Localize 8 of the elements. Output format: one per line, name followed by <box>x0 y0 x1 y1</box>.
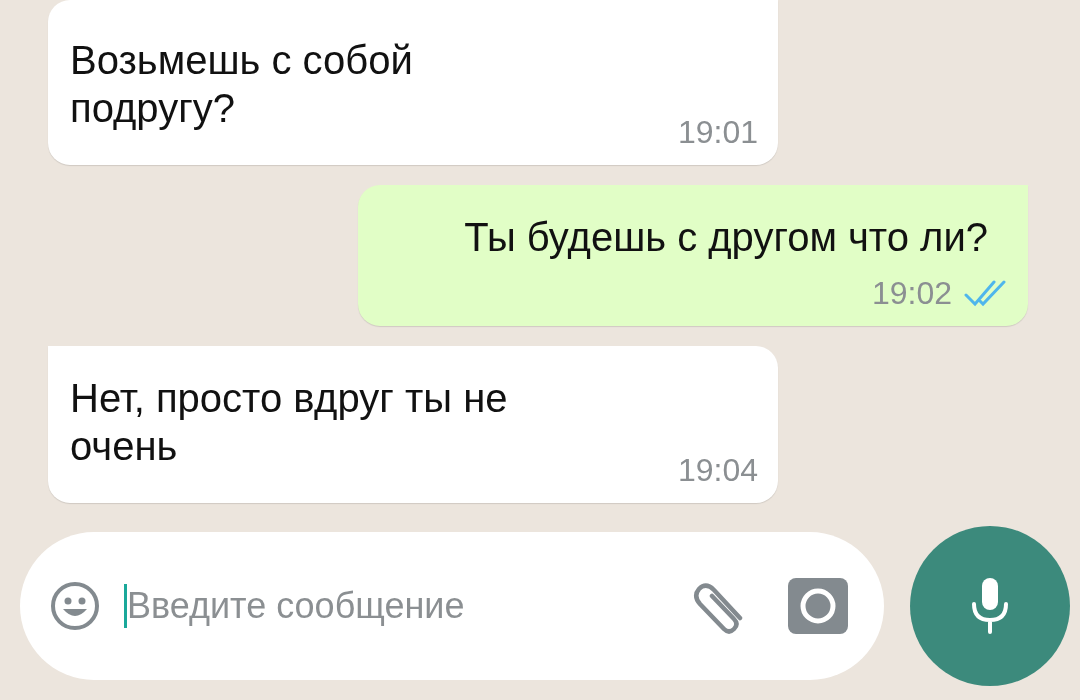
message-field[interactable]: Введите сообщение <box>124 584 658 628</box>
message-time: 19:04 <box>677 452 758 489</box>
message-time: 19:02 <box>871 275 952 312</box>
emoji-icon[interactable] <box>50 581 100 631</box>
camera-icon[interactable] <box>786 576 850 636</box>
message-text: Ты будешь с другом что ли? <box>463 214 989 261</box>
microphone-icon <box>970 576 1010 636</box>
message-time: 19:01 <box>677 114 758 151</box>
